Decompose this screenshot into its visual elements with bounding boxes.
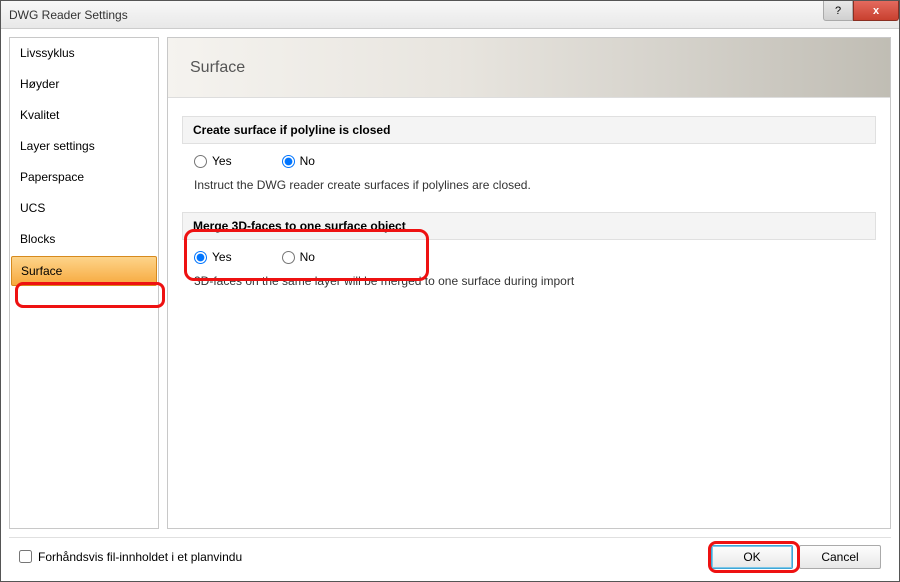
radio-create-yes-label: Yes bbox=[212, 154, 232, 168]
sidebar: Livssyklus Høyder Kvalitet Layer setting… bbox=[9, 37, 159, 529]
preview-label: Forhåndsvis fil-innholdet i et planvindu bbox=[38, 550, 242, 564]
radio-create-yes[interactable]: Yes bbox=[194, 154, 232, 168]
content-panel: Surface Create surface if polyline is cl… bbox=[167, 37, 891, 529]
preview-checkbox-row[interactable]: Forhåndsvis fil-innholdet i et planvindu bbox=[19, 550, 711, 564]
radio-create-yes-input[interactable] bbox=[194, 155, 207, 168]
section-merge-faces: Yes No 3D-faces on the same layer will b… bbox=[182, 250, 876, 308]
radio-create-no-input[interactable] bbox=[282, 155, 295, 168]
radio-create-no-label: No bbox=[300, 154, 315, 168]
desc-merge-faces: 3D-faces on the same layer will be merge… bbox=[190, 274, 868, 288]
content-title: Surface bbox=[190, 59, 245, 77]
help-icon: ? bbox=[835, 5, 841, 17]
close-icon: x bbox=[873, 5, 879, 17]
sidebar-item-hoyder[interactable]: Høyder bbox=[10, 69, 158, 100]
sidebar-item-kvalitet[interactable]: Kvalitet bbox=[10, 100, 158, 131]
radio-merge-yes[interactable]: Yes bbox=[194, 250, 232, 264]
radio-row-merge: Yes No bbox=[190, 250, 868, 264]
preview-checkbox[interactable] bbox=[19, 550, 32, 563]
sidebar-item-blocks[interactable]: Blocks bbox=[10, 224, 158, 255]
desc-create-surface: Instruct the DWG reader create surfaces … bbox=[190, 178, 868, 192]
content-header: Surface bbox=[168, 38, 890, 98]
help-button[interactable]: ? bbox=[823, 1, 853, 21]
radio-create-no[interactable]: No bbox=[282, 154, 315, 168]
radio-merge-no-input[interactable] bbox=[282, 251, 295, 264]
section-create-surface: Yes No Instruct the DWG reader create su… bbox=[182, 154, 876, 212]
titlebar: DWG Reader Settings ? x bbox=[1, 1, 899, 29]
window-title: DWG Reader Settings bbox=[9, 8, 128, 22]
sidebar-item-ucs[interactable]: UCS bbox=[10, 193, 158, 224]
dialog-body: Livssyklus Høyder Kvalitet Layer setting… bbox=[1, 29, 899, 537]
radio-merge-yes-input[interactable] bbox=[194, 251, 207, 264]
ok-button[interactable]: OK bbox=[711, 545, 793, 569]
content-body: Create surface if polyline is closed Yes… bbox=[168, 98, 890, 528]
close-button[interactable]: x bbox=[853, 1, 899, 21]
footer-buttons: OK Cancel bbox=[711, 545, 881, 569]
radio-merge-no[interactable]: No bbox=[282, 250, 315, 264]
sidebar-item-livssyklus[interactable]: Livssyklus bbox=[10, 38, 158, 69]
radio-merge-yes-label: Yes bbox=[212, 250, 232, 264]
settings-window: DWG Reader Settings ? x Livssyklus Høyde… bbox=[0, 0, 900, 582]
section-title-create-surface: Create surface if polyline is closed bbox=[182, 116, 876, 144]
radio-row-create-surface: Yes No bbox=[190, 154, 868, 168]
radio-merge-no-label: No bbox=[300, 250, 315, 264]
cancel-button[interactable]: Cancel bbox=[799, 545, 881, 569]
section-title-merge-faces: Merge 3D-faces to one surface object bbox=[182, 212, 876, 240]
sidebar-item-paperspace[interactable]: Paperspace bbox=[10, 162, 158, 193]
sidebar-item-surface[interactable]: Surface bbox=[11, 256, 157, 286]
titlebar-controls: ? x bbox=[823, 1, 899, 21]
sidebar-item-layer-settings[interactable]: Layer settings bbox=[10, 131, 158, 162]
footer: Forhåndsvis fil-innholdet i et planvindu… bbox=[9, 537, 891, 575]
